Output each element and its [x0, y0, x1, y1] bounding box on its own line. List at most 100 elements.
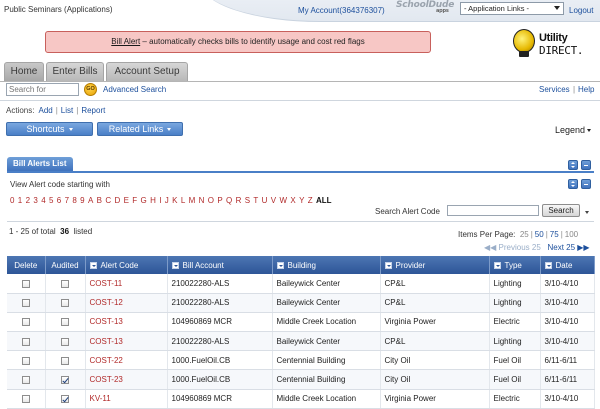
application-links-select[interactable]: - Application Links - — [460, 2, 564, 15]
legend-menu[interactable]: Legend — [555, 125, 592, 135]
chevron-down-icon[interactable] — [585, 211, 589, 214]
audited-checkbox[interactable] — [61, 395, 69, 404]
letter-filter-5[interactable]: 5 — [49, 196, 53, 205]
letter-filter-r[interactable]: R — [236, 196, 242, 205]
delete-checkbox[interactable] — [21, 318, 30, 327]
audited-checkbox[interactable] — [61, 279, 69, 288]
my-account-link[interactable]: My Account(364376307) — [298, 6, 385, 15]
letter-filter-y[interactable]: Y — [299, 196, 304, 205]
letter-filter-p[interactable]: P — [217, 196, 222, 205]
letter-filter-m[interactable]: M — [189, 196, 196, 205]
sort-icon[interactable] — [544, 261, 552, 269]
alert-code-link[interactable]: COST-12 — [85, 293, 168, 313]
tab-enter-bills[interactable]: Enter Bills — [46, 62, 104, 81]
expand-collapse-icon[interactable] — [568, 160, 578, 170]
tab-account-setup[interactable]: Account Setup — [106, 62, 188, 81]
letter-filter-6[interactable]: 6 — [57, 196, 61, 205]
audited-checkbox[interactable] — [61, 299, 69, 308]
delete-checkbox[interactable] — [21, 356, 30, 365]
letter-filter-j[interactable]: J — [165, 196, 169, 205]
letter-filter-o[interactable]: O — [208, 196, 214, 205]
help-link[interactable]: Help — [578, 85, 594, 94]
letter-filter-s[interactable]: S — [245, 196, 250, 205]
letter-filter-4[interactable]: 4 — [41, 196, 45, 205]
minimize-icon[interactable] — [581, 160, 591, 170]
bill-alert-link[interactable]: Bill Alert — [111, 37, 140, 46]
audited-checkbox[interactable] — [61, 337, 69, 346]
minimize-icon[interactable] — [581, 179, 591, 189]
letter-filter-g[interactable]: G — [141, 196, 147, 205]
alert-code-link[interactable]: COST-11 — [85, 274, 168, 294]
sort-icon[interactable] — [493, 261, 501, 269]
column-header-bill-account[interactable]: Bill Account — [167, 256, 273, 274]
column-header-provider[interactable]: Provider — [380, 256, 490, 274]
audited-checkbox[interactable] — [61, 356, 69, 365]
sort-icon[interactable] — [276, 261, 284, 269]
letter-filter-d[interactable]: D — [114, 196, 120, 205]
report-link[interactable]: Report — [81, 106, 105, 115]
letter-filter-f[interactable]: F — [132, 196, 137, 205]
letter-filter-n[interactable]: N — [199, 196, 205, 205]
column-header-building[interactable]: Building — [272, 256, 381, 274]
letter-filter-h[interactable]: H — [150, 196, 156, 205]
delete-checkbox[interactable] — [21, 375, 30, 384]
letter-filter-3[interactable]: 3 — [33, 196, 37, 205]
column-header-type[interactable]: Type — [489, 256, 541, 274]
schooldude-logo[interactable]: SchoolDude apps — [396, 0, 456, 18]
letter-filter-b[interactable]: B — [97, 196, 102, 205]
last-page-icon[interactable]: ▶▶ — [577, 243, 589, 252]
delete-checkbox[interactable] — [21, 337, 30, 346]
logout-link[interactable]: Logout — [569, 6, 593, 15]
letter-filter-u[interactable]: U — [262, 196, 268, 205]
related-links-button[interactable]: Related Links — [97, 122, 183, 136]
letter-filter-w[interactable]: W — [279, 196, 287, 205]
services-link[interactable]: Services — [539, 85, 570, 94]
list-link[interactable]: List — [61, 106, 73, 115]
sort-icon[interactable] — [171, 261, 179, 269]
advanced-search-link[interactable]: Advanced Search — [103, 85, 166, 94]
column-header-date[interactable]: Date — [540, 256, 595, 274]
letter-filter-l[interactable]: L — [181, 196, 185, 205]
letter-filter-9[interactable]: 9 — [80, 196, 84, 205]
column-header-alert-code[interactable]: Alert Code — [85, 256, 168, 274]
search-alert-code-input[interactable] — [447, 205, 539, 216]
letter-filter-t[interactable]: T — [253, 196, 258, 205]
letter-filter-8[interactable]: 8 — [72, 196, 76, 205]
letter-filter-a[interactable]: A — [88, 196, 93, 205]
letter-filter-7[interactable]: 7 — [65, 196, 69, 205]
expand-collapse-icon[interactable] — [568, 179, 578, 189]
letter-filter-all[interactable]: ALL — [316, 196, 332, 205]
letter-filter-0[interactable]: 0 — [10, 196, 14, 205]
audited-checkbox[interactable] — [61, 375, 69, 384]
alert-code-link[interactable]: COST-13 — [85, 312, 168, 333]
add-link[interactable]: Add — [38, 106, 52, 115]
ipp-option-100[interactable]: 100 — [565, 230, 578, 239]
ipp-option-75[interactable]: 75 — [550, 230, 559, 239]
alert-code-link[interactable]: COST-13 — [85, 331, 168, 352]
letter-filter-z[interactable]: Z — [308, 196, 313, 205]
letter-filter-v[interactable]: V — [271, 196, 276, 205]
ipp-option-50[interactable]: 50 — [535, 230, 544, 239]
delete-checkbox[interactable] — [21, 395, 30, 404]
next-page-link[interactable]: Next 25 — [547, 243, 575, 252]
letter-filter-c[interactable]: C — [105, 196, 111, 205]
delete-checkbox[interactable] — [21, 279, 30, 288]
alert-code-link[interactable]: COST-22 — [85, 350, 168, 371]
tab-home[interactable]: Home — [4, 62, 44, 81]
delete-checkbox[interactable] — [21, 299, 30, 308]
search-input[interactable] — [6, 83, 79, 96]
go-button[interactable]: GO — [84, 83, 97, 96]
letter-filter-2[interactable]: 2 — [26, 196, 30, 205]
letter-filter-q[interactable]: Q — [226, 196, 232, 205]
letter-filter-x[interactable]: X — [290, 196, 295, 205]
alert-code-link[interactable]: COST-23 — [85, 369, 168, 390]
audited-checkbox[interactable] — [61, 318, 69, 327]
shortcuts-button[interactable]: Shortcuts — [6, 122, 93, 136]
alert-code-link[interactable]: KV-11 — [85, 389, 168, 409]
letter-filter-k[interactable]: K — [172, 196, 177, 205]
letter-filter-e[interactable]: E — [124, 196, 129, 205]
sort-icon[interactable] — [89, 261, 97, 269]
search-button[interactable]: Search — [542, 204, 580, 217]
ipp-option-25[interactable]: 25 — [520, 230, 529, 239]
letter-filter-1[interactable]: 1 — [18, 196, 22, 205]
